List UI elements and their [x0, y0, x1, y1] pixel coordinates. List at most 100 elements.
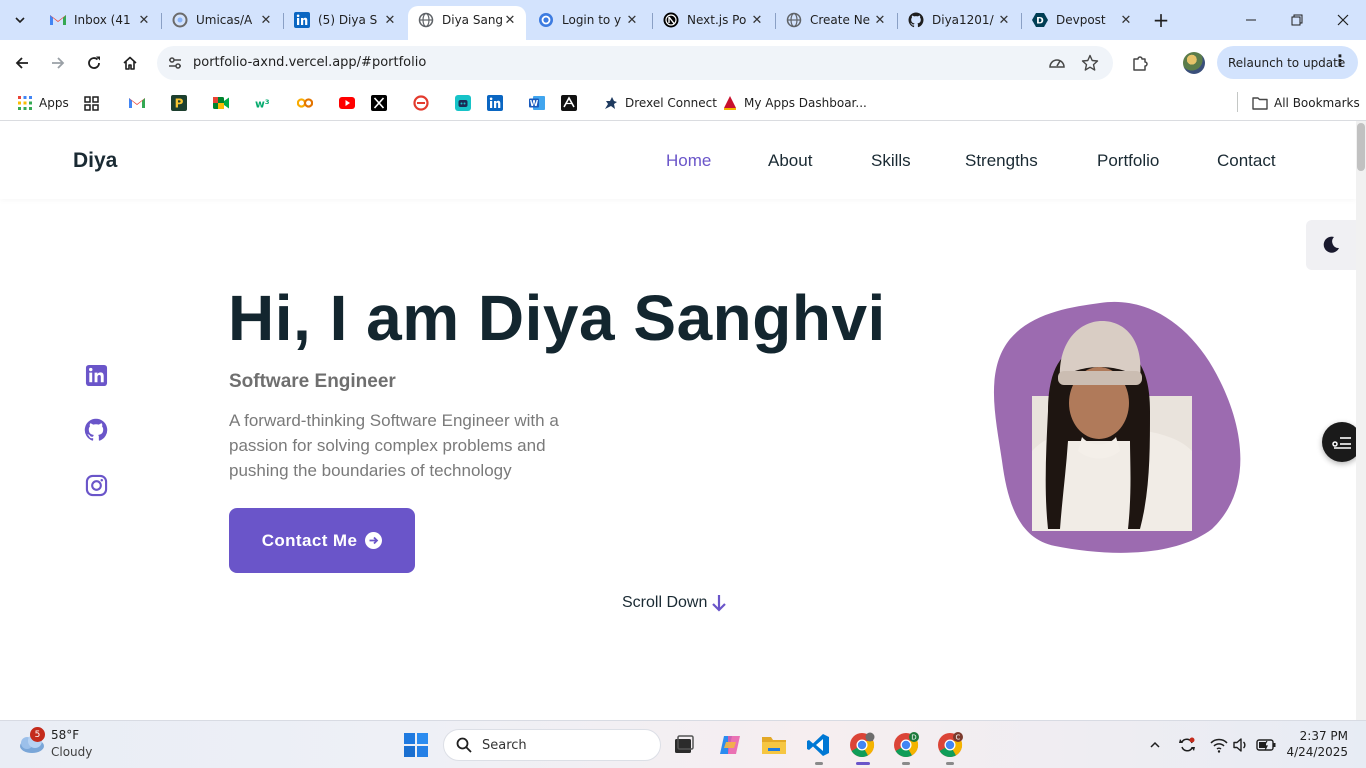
tab-devpost[interactable]: D Devpost ✕ — [1022, 6, 1142, 34]
show-hidden-icons-button[interactable] — [1145, 735, 1165, 755]
tab-login[interactable]: Login to y ✕ — [528, 6, 648, 34]
nav-about[interactable]: About — [768, 151, 812, 171]
home-icon — [123, 56, 137, 70]
new-tab-button[interactable]: + — [1149, 8, 1173, 32]
taskbar-search-box[interactable]: Search — [443, 729, 661, 761]
linkedin-link[interactable] — [84, 363, 108, 387]
bookmark-meet[interactable] — [213, 91, 229, 115]
github-link[interactable] — [84, 418, 108, 442]
wifi-button[interactable] — [1209, 735, 1229, 755]
tab-portfolio[interactable]: Diya Sang ✕ — [408, 6, 526, 40]
bookmark-x[interactable] — [371, 91, 387, 115]
tab-search-button[interactable] — [6, 6, 34, 34]
bookmark-youtube[interactable] — [339, 91, 355, 115]
bookmark-bot[interactable] — [455, 91, 471, 115]
close-icon[interactable]: ✕ — [996, 12, 1012, 28]
taskview-button[interactable] — [670, 731, 698, 759]
tab-github[interactable]: Diya1201/ ✕ — [898, 6, 1020, 34]
close-icon[interactable]: ✕ — [258, 12, 274, 28]
tab-title: Inbox (41 — [74, 13, 131, 27]
bookmark-apps[interactable]: Apps — [17, 91, 69, 115]
theme-toggle-button[interactable] — [1306, 220, 1356, 270]
back-button[interactable] — [8, 49, 36, 77]
tab-create[interactable]: Create Ne ✕ — [776, 6, 896, 34]
close-icon[interactable]: ✕ — [624, 12, 640, 28]
volume-button[interactable] — [1231, 735, 1251, 755]
extensions-button[interactable] — [1128, 51, 1152, 75]
tab-title: Diya1201/ — [932, 13, 994, 27]
all-bookmarks[interactable]: All Bookmarks — [1252, 91, 1360, 115]
close-icon[interactable]: ✕ — [749, 12, 765, 28]
minimize-button[interactable] — [1228, 0, 1274, 40]
nav-home[interactable]: Home — [666, 151, 711, 171]
chrome-profile-c-button[interactable]: C — [936, 731, 964, 759]
bookmark-word[interactable]: W — [529, 91, 545, 115]
tab-umicas[interactable]: Umicas/A ✕ — [162, 6, 282, 34]
bookmark-red-circle[interactable] — [413, 91, 429, 115]
instagram-link[interactable] — [84, 473, 108, 497]
performance-icon[interactable] — [1047, 53, 1067, 73]
nav-strengths[interactable]: Strengths — [965, 151, 1038, 171]
windows-start-icon[interactable] — [404, 733, 428, 757]
tab-nextjs[interactable]: Next.js Po ✕ — [653, 6, 773, 34]
browser-toolbar: portfolio-axnd.vercel.app/#portfolio Rel… — [0, 40, 1366, 86]
bookmark-gmail[interactable] — [129, 91, 145, 115]
copilot-button[interactable] — [716, 731, 744, 759]
clock-date[interactable]: 4/24/2025 — [1280, 745, 1348, 759]
nextjs-icon — [663, 12, 679, 28]
clock-time[interactable]: 2:37 PM — [1290, 729, 1348, 743]
tab-linkedin[interactable]: (5) Diya S ✕ — [284, 6, 406, 34]
chrome-icon: D — [894, 732, 919, 758]
bookmark-grid[interactable] — [83, 91, 99, 115]
bookmark-p[interactable]: P — [171, 91, 187, 115]
list-icon — [1332, 437, 1351, 449]
tab-gmail[interactable]: Inbox (41 ✕ — [40, 6, 160, 34]
table-of-contents-button[interactable] — [1322, 422, 1356, 462]
sync-tray-button[interactable] — [1177, 735, 1197, 755]
weather-description[interactable]: Cloudy — [51, 745, 92, 759]
bookmark-w3schools[interactable]: w³ — [255, 91, 271, 115]
youtube-icon — [339, 95, 355, 111]
reload-button[interactable] — [80, 49, 108, 77]
page-scrollbar[interactable] — [1356, 121, 1366, 720]
contact-me-button[interactable]: Contact Me — [229, 508, 415, 573]
close-icon[interactable]: ✕ — [1118, 12, 1134, 28]
scroll-down-link[interactable]: Scroll Down — [622, 594, 727, 612]
address-bar[interactable]: portfolio-axnd.vercel.app/#portfolio — [157, 46, 1113, 80]
scrollbar-thumb[interactable] — [1357, 123, 1365, 171]
bookmark-drexel-connect[interactable]: Drexel Connect — [603, 91, 717, 115]
more-menu-icon[interactable]: ⋮ — [1332, 53, 1348, 69]
arrow-left-icon — [15, 57, 28, 69]
active-indicator — [856, 762, 870, 765]
close-window-button[interactable] — [1320, 0, 1366, 40]
profile-avatar[interactable] — [1183, 52, 1205, 74]
battery-button[interactable] — [1256, 735, 1276, 755]
close-icon[interactable]: ✕ — [502, 12, 518, 28]
nav-skills[interactable]: Skills — [871, 151, 911, 171]
chrome-profile-d-button[interactable]: D — [892, 731, 920, 759]
nav-portfolio[interactable]: Portfolio — [1097, 151, 1159, 171]
close-icon[interactable]: ✕ — [872, 12, 888, 28]
weather-temperature[interactable]: 58°F — [51, 728, 79, 742]
arrow-right-icon — [52, 57, 65, 69]
bookmark-my-apps[interactable]: My Apps Dashboar... — [722, 91, 867, 115]
file-explorer-button[interactable] — [760, 731, 788, 759]
instagram-icon — [85, 474, 107, 496]
site-logo[interactable]: Diya — [73, 149, 117, 173]
home-button[interactable] — [116, 49, 144, 77]
chrome-button[interactable] — [848, 731, 876, 759]
tab-title: Next.js Po — [687, 13, 747, 27]
bookmark-vector[interactable] — [561, 91, 577, 115]
close-icon[interactable]: ✕ — [136, 12, 152, 28]
relaunch-button[interactable]: Relaunch to update ⋮ — [1217, 46, 1358, 79]
bookmark-co[interactable] — [297, 91, 313, 115]
forward-button[interactable] — [44, 49, 72, 77]
restore-button[interactable] — [1274, 0, 1320, 40]
url-text[interactable]: portfolio-axnd.vercel.app/#portfolio — [193, 55, 426, 70]
bookmark-linkedin[interactable] — [487, 91, 503, 115]
site-info-icon[interactable] — [165, 53, 185, 73]
vscode-button[interactable] — [804, 731, 832, 759]
nav-contact[interactable]: Contact — [1217, 151, 1276, 171]
bookmark-star-icon[interactable] — [1080, 53, 1100, 73]
close-icon[interactable]: ✕ — [382, 12, 398, 28]
